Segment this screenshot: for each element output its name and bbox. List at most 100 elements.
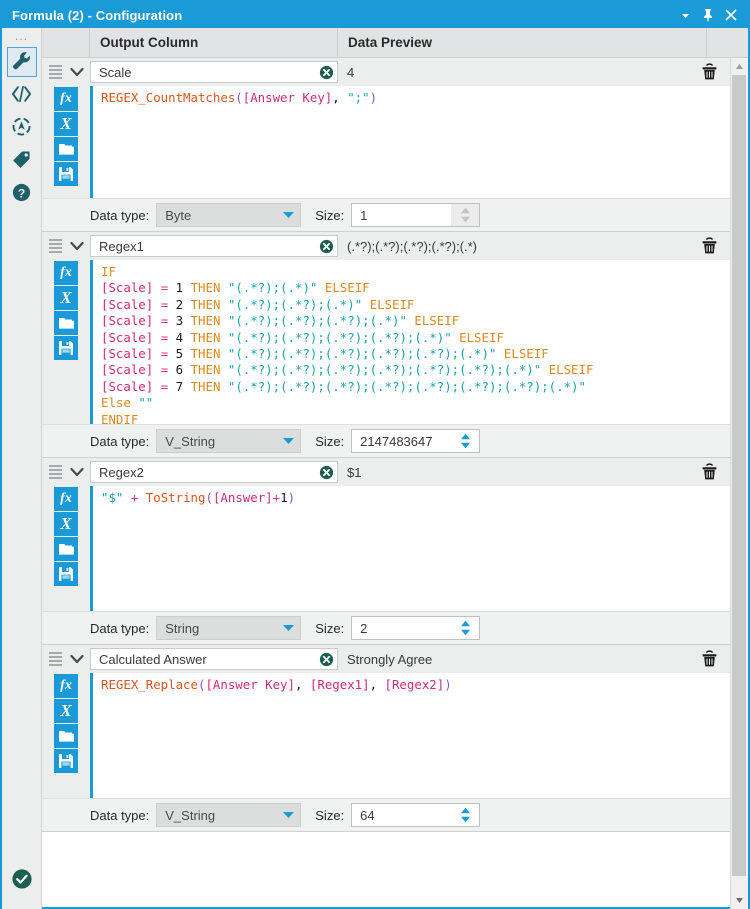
save-button[interactable] [54, 562, 78, 586]
formula-token: [Scale] [101, 313, 153, 328]
sidebar-item-help[interactable]: ? [7, 179, 37, 209]
delete-button[interactable] [688, 237, 730, 255]
variable-button[interactable]: X [54, 699, 78, 723]
save-button[interactable] [54, 336, 78, 360]
clear-icon[interactable] [315, 465, 337, 480]
folder-open-button[interactable] [54, 311, 78, 335]
size-stepper[interactable] [451, 804, 479, 826]
clear-icon[interactable] [315, 239, 337, 254]
formula-token: IF [101, 264, 116, 279]
formula-token: "" [138, 395, 153, 410]
formula-token [183, 313, 190, 328]
size-input[interactable]: 64 [351, 803, 480, 827]
folder-open-button[interactable] [54, 537, 78, 561]
sidebar-item-annotation[interactable] [7, 80, 37, 110]
size-stepper[interactable] [451, 430, 479, 452]
chevron-down-icon[interactable] [678, 6, 692, 24]
chevron-down-icon[interactable] [64, 654, 90, 664]
formula-token: 5 [176, 346, 183, 361]
formula-token [496, 346, 503, 361]
formula-token: ) [288, 490, 295, 505]
scroll-up-icon[interactable] [731, 58, 748, 75]
size-input[interactable]: 2147483647 [351, 429, 480, 453]
chevron-down-icon[interactable] [276, 624, 300, 632]
fx-function-button[interactable]: fx [54, 87, 78, 111]
chevron-down-icon[interactable] [64, 67, 90, 77]
data-type-row: Data type:StringSize:2 [42, 611, 730, 644]
output-column-input[interactable]: Calculated Answer [90, 648, 338, 670]
formula-expression-input[interactable]: "$" + ToString([Answer]+1) [90, 486, 730, 611]
size-stepper[interactable] [451, 617, 479, 639]
data-type-select[interactable]: V_String [156, 803, 301, 827]
formula-token: THEN [191, 346, 221, 361]
clear-icon[interactable] [315, 65, 337, 80]
formula-token: ELSEIF [459, 330, 504, 345]
formula-token [153, 297, 160, 312]
output-column-input[interactable]: Regex2 [90, 461, 338, 483]
variable-button[interactable]: X [54, 112, 78, 136]
formula-token [183, 346, 190, 361]
formula-token: 4 [176, 330, 183, 345]
data-type-select[interactable]: V_String [156, 429, 301, 453]
sidebar-item-label[interactable] [7, 146, 37, 176]
sidebar-item-configuration[interactable] [7, 47, 37, 77]
formula-expression-input[interactable]: REGEX_Replace([Answer Key], [Regex1], [R… [90, 673, 730, 798]
delete-button[interactable] [688, 63, 730, 81]
size-input[interactable]: 2 [351, 616, 480, 640]
drag-grip-icon[interactable] [42, 239, 64, 253]
formula-expression-input[interactable]: IF [Scale] = 1 THEN "(.*?);(.*)" ELSEIF … [90, 260, 730, 424]
variable-button[interactable]: X [54, 512, 78, 536]
pin-icon[interactable] [701, 6, 715, 24]
scroll-down-icon[interactable] [731, 892, 748, 909]
formula-token: REGEX_Replace [101, 677, 198, 692]
drag-grip-icon[interactable] [42, 65, 64, 79]
output-column-input[interactable]: Scale [90, 61, 338, 83]
formula-tool-gutter: fxX [42, 486, 90, 611]
chevron-down-icon[interactable] [64, 241, 90, 251]
data-type-select[interactable]: Byte [156, 203, 301, 227]
delete-button[interactable] [688, 650, 730, 668]
chevron-down-icon[interactable] [276, 437, 300, 445]
formula-block-list: Scale4fxXREGEX_CountMatches([Answer Key]… [42, 58, 730, 909]
formula-token [220, 379, 227, 394]
save-button[interactable] [54, 162, 78, 186]
formula-expression-input[interactable]: REGEX_CountMatches([Answer Key], ";") [90, 86, 730, 198]
vertical-scrollbar[interactable] [730, 58, 748, 909]
size-input[interactable]: 1 [351, 203, 480, 227]
formula-token: ) [444, 677, 451, 692]
chevron-down-icon[interactable] [64, 467, 90, 477]
size-stepper[interactable] [451, 204, 479, 226]
output-column-input[interactable]: Regex1 [90, 235, 338, 257]
output-column-value: Regex1 [91, 239, 315, 254]
formula-token: THEN [191, 280, 221, 295]
fx-function-button[interactable]: fx [54, 261, 78, 285]
delete-button[interactable] [688, 463, 730, 481]
formula-token: ELSEIF [549, 362, 594, 377]
formula-token [183, 379, 190, 394]
formula-configuration-window: Formula (2) - Configuration ... [0, 0, 750, 909]
clear-icon[interactable] [315, 652, 337, 667]
sidebar-item-navigation[interactable] [7, 113, 37, 143]
drag-grip-icon[interactable] [42, 652, 64, 666]
fx-function-button[interactable]: fx [54, 674, 78, 698]
formula-token [153, 362, 160, 377]
close-icon[interactable] [724, 6, 738, 24]
drag-grip-icon[interactable] [42, 465, 64, 479]
save-button[interactable] [54, 749, 78, 773]
scrollbar-thumb[interactable] [732, 75, 746, 876]
formula-token [183, 362, 190, 377]
scrollbar-track[interactable] [731, 75, 748, 892]
chevron-down-icon[interactable] [276, 211, 300, 219]
chevron-down-icon[interactable] [276, 811, 300, 819]
config-content: Output Column Data Preview Scale4fxXREGE… [42, 28, 748, 909]
folder-open-button[interactable] [54, 137, 78, 161]
formula-token: Else [101, 395, 131, 410]
data-type-select[interactable]: String [156, 616, 301, 640]
scroll-area: Scale4fxXREGEX_CountMatches([Answer Key]… [42, 58, 748, 909]
window-body: ... [2, 28, 748, 909]
formula-token [220, 362, 227, 377]
folder-open-button[interactable] [54, 724, 78, 748]
size-value: 1 [352, 208, 451, 223]
variable-button[interactable]: X [54, 286, 78, 310]
fx-function-button[interactable]: fx [54, 487, 78, 511]
